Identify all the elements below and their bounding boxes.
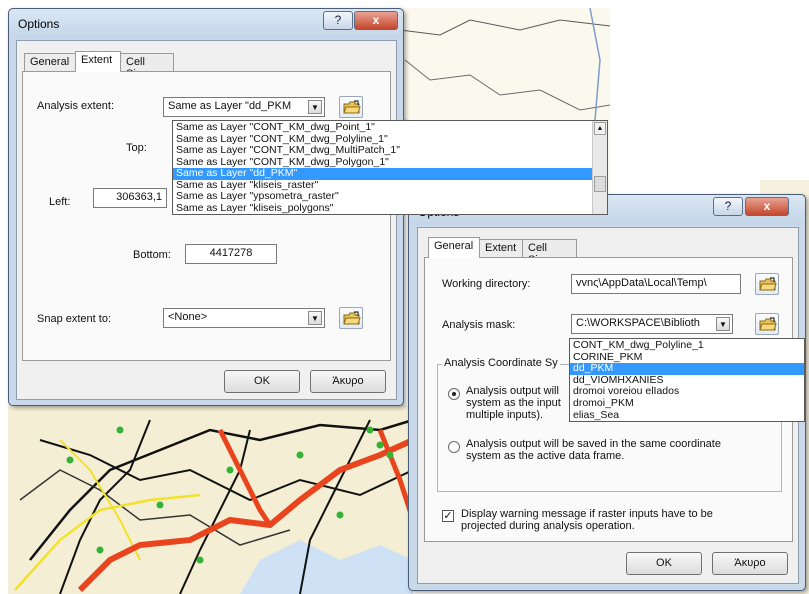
snap-extent-combo[interactable]: <None> ▼: [163, 308, 325, 328]
folder-icon: [759, 317, 777, 331]
ok-button[interactable]: OK: [224, 370, 300, 393]
dropdown-items: CONT_KM_dwg_Polyline_1 CORINE_PKM dd_PKM dd…: [570, 339, 804, 422]
extent-tab-panel: Analysis extent: Same as Layer "dd_PKM ▼…: [22, 71, 391, 361]
help-button[interactable]: ?: [323, 11, 353, 30]
bottom-label: Bottom:: [133, 249, 171, 261]
folder-icon: [343, 100, 361, 114]
title-bar[interactable]: Options ? x: [9, 9, 403, 39]
map-point: [156, 501, 164, 509]
tab-strip: General Extent Cell Size: [428, 237, 728, 266]
chevron-down-icon[interactable]: ▼: [308, 100, 322, 114]
options-dialog-general: Options ? x General Extent Cell Size Wor…: [408, 194, 806, 591]
map-point: [336, 511, 344, 519]
cancel-button[interactable]: Άκυρο: [310, 370, 386, 393]
analysis-mask-value: C:\WORKSPACE\Biblioth: [576, 317, 700, 329]
warning-checkbox-label: Display warning message if raster inputs…: [461, 508, 713, 532]
analysis-mask-combo[interactable]: C:\WORKSPACE\Biblioth ▼: [571, 314, 733, 334]
dropdown-items: Same as Layer "CONT_KM_dwg_Point_1" Same …: [173, 121, 592, 215]
dialog-title: Options: [18, 17, 60, 31]
tab-extent[interactable]: Extent: [75, 51, 121, 72]
close-button[interactable]: x: [745, 197, 789, 216]
map-point: [116, 426, 124, 434]
radio-text-line: Analysis output will: [466, 385, 559, 397]
radio-text-line: Analysis output will be saved in the sam…: [466, 438, 721, 450]
analysis-mask-label: Analysis mask:: [442, 319, 516, 331]
options-dialog-extent: Options ? x General Extent Cell Size Ana…: [8, 8, 608, 406]
map-point: [226, 466, 234, 474]
analysis-extent-label: Analysis extent:: [37, 100, 115, 112]
open-folder-button[interactable]: [339, 96, 363, 118]
radio-text-line: system as the active data frame.: [466, 450, 625, 462]
map-point: [376, 441, 384, 449]
folder-icon: [343, 311, 361, 325]
dropdown-option[interactable]: Same as Layer "kliseis_polygons": [173, 202, 592, 215]
scroll-thumb[interactable]: [594, 176, 606, 192]
open-folder-button[interactable]: [755, 273, 779, 295]
warning-checkbox[interactable]: ✓: [442, 510, 454, 522]
dropdown-option[interactable]: dromoi_PKM: [570, 397, 804, 410]
left-field[interactable]: 306363,1: [93, 188, 167, 208]
radio-data-frame-label: Analysis output will be saved in the sam…: [466, 438, 721, 462]
radio-input-coordinate-label: Analysis output will system as the input…: [466, 385, 561, 421]
map-point: [366, 426, 374, 434]
analysis-extent-combo[interactable]: Same as Layer "dd_PKM ▼: [163, 97, 325, 117]
checkbox-text-line: Display warning message if raster inputs…: [461, 508, 713, 520]
working-directory-label: Working directory:: [442, 278, 531, 290]
dropdown-option[interactable]: Same as Layer "CONT_KM_dwg_Point_1": [173, 121, 592, 134]
close-button[interactable]: x: [354, 11, 398, 30]
tab-general[interactable]: General: [24, 53, 76, 71]
analysis-extent-value: Same as Layer "dd_PKM: [168, 100, 292, 112]
group-title: Analysis Coordinate Sy: [442, 357, 560, 369]
dropdown-option[interactable]: elias_Sea: [570, 409, 804, 422]
analysis-mask-dropdown-list[interactable]: CONT_KM_dwg_Polyline_1 CORINE_PKM dd_PKM dd…: [569, 338, 805, 422]
open-folder-button[interactable]: [755, 313, 779, 335]
dropdown-option[interactable]: Same as Layer "ypsometra_raster": [173, 190, 592, 203]
left-label: Left:: [49, 196, 71, 208]
dropdown-option[interactable]: Same as Layer "dd_PKM": [173, 167, 592, 180]
dialog-client: General Extent Cell Size Analysis extent…: [16, 40, 397, 400]
working-directory-field[interactable]: vvnς\AppData\Local\Temp\: [571, 274, 741, 294]
map-point: [296, 451, 304, 459]
tab-cell-size[interactable]: Cell Size: [120, 53, 174, 80]
dropdown-option[interactable]: Same as Layer "CONT_KM_dwg_MultiPatch_1": [173, 144, 592, 157]
radio-input-coordinate[interactable]: [448, 388, 460, 400]
analysis-extent-dropdown-list[interactable]: Same as Layer "CONT_KM_dwg_Point_1" Same …: [172, 120, 608, 215]
radio-text-line: multiple inputs).: [466, 409, 544, 421]
radio-text-line: system as the input: [466, 397, 561, 409]
map-point: [196, 556, 204, 564]
dropdown-scrollbar[interactable]: ▲: [592, 121, 607, 214]
tab-general[interactable]: General: [428, 237, 480, 258]
chevron-down-icon[interactable]: ▼: [716, 317, 730, 331]
tab-cell-size[interactable]: Cell Size: [522, 239, 577, 266]
snap-extent-label: Snap extent to:: [37, 313, 111, 325]
tab-extent[interactable]: Extent: [479, 239, 523, 257]
tab-strip: General Extent Cell Size: [24, 51, 324, 80]
folder-icon: [759, 277, 777, 291]
top-label: Top:: [126, 142, 147, 154]
map-point: [66, 456, 74, 464]
open-folder-button[interactable]: [339, 307, 363, 329]
bottom-field[interactable]: 4417278: [185, 244, 277, 264]
ok-button[interactable]: OK: [626, 552, 702, 575]
map-point: [386, 451, 394, 459]
snap-extent-value: <None>: [168, 311, 208, 323]
chevron-down-icon[interactable]: ▼: [308, 311, 322, 325]
radio-data-frame-coordinate[interactable]: [448, 441, 460, 453]
checkbox-text-line: projected during analysis operation.: [461, 520, 635, 532]
cancel-button[interactable]: Άκυρο: [712, 552, 788, 575]
scroll-up-icon[interactable]: ▲: [594, 122, 606, 135]
dropdown-option[interactable]: CONT_KM_dwg_Polyline_1: [570, 339, 804, 352]
help-button[interactable]: ?: [713, 197, 743, 216]
map-point: [96, 546, 104, 554]
